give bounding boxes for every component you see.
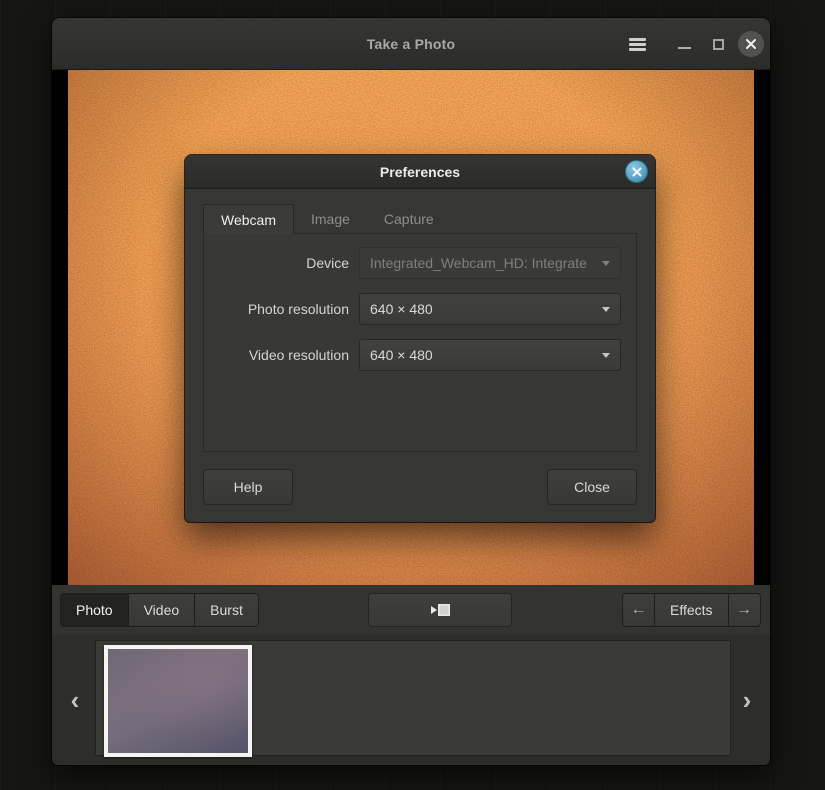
chevron-down-icon [602,353,610,358]
tab-image[interactable]: Image [294,204,367,234]
dialog-close-action-button[interactable]: Close [547,469,637,505]
video-resolution-dropdown[interactable]: 640 × 480 [359,339,621,371]
photo-resolution-value: 640 × 480 [370,301,594,317]
filmstrip-prev-button[interactable]: ‹ [58,635,92,765]
photo-resolution-label: Photo resolution [219,301,349,317]
minimize-icon [678,47,691,49]
effects-group: ← Effects → [622,593,761,627]
photo-resolution-dropdown[interactable]: 640 × 480 [359,293,621,325]
maximize-icon [713,39,724,50]
thumbnail-image [108,649,248,753]
dialog-titlebar[interactable]: Preferences [185,155,655,189]
video-resolution-label: Video resolution [219,347,349,363]
minimize-button[interactable] [670,18,698,70]
close-icon [738,31,764,57]
window-title: Take a Photo [52,18,770,70]
titlebar[interactable]: Take a Photo [52,18,770,70]
photo-resolution-row: Photo resolution 640 × 480 [219,293,621,325]
device-dropdown[interactable]: Integrated_Webcam_HD: Integrate [359,247,621,279]
preferences-dialog: Preferences Webcam Image Capture Device … [185,155,655,522]
filmstrip-next-button[interactable]: › [730,635,764,765]
device-value: Integrated_Webcam_HD: Integrate [370,255,594,271]
dialog-close-button[interactable] [625,160,648,183]
hamburger-icon [629,43,646,46]
mode-switcher: Photo Video Burst [60,593,259,627]
filmstrip-bar: ‹ › [52,635,770,765]
action-toolbar: Photo Video Burst ← Effects → [52,585,770,635]
webcam-settings-panel: Device Integrated_Webcam_HD: Integrate P… [203,233,637,452]
menu-button[interactable] [622,18,652,70]
mode-video-button[interactable]: Video [128,593,196,627]
device-label: Device [219,255,349,271]
chevron-down-icon [602,307,610,312]
mode-photo-button[interactable]: Photo [60,593,129,627]
effects-prev-button[interactable]: ← [622,593,655,627]
help-button[interactable]: Help [203,469,293,505]
tab-webcam[interactable]: Webcam [203,204,294,234]
dialog-title: Preferences [380,164,460,180]
camera-icon [427,600,453,620]
mode-burst-button[interactable]: Burst [194,593,259,627]
effects-button[interactable]: Effects [654,593,729,627]
thumbnail-strip[interactable] [95,640,731,756]
device-row: Device Integrated_Webcam_HD: Integrate [219,247,621,279]
tab-capture[interactable]: Capture [367,204,451,234]
take-photo-button[interactable] [368,593,512,627]
close-window-button[interactable] [736,18,766,70]
dialog-tabs: Webcam Image Capture [203,204,451,234]
close-icon [632,167,642,177]
chevron-down-icon [602,261,610,266]
maximize-button[interactable] [704,18,732,70]
photo-thumbnail[interactable] [104,645,252,757]
video-resolution-row: Video resolution 640 × 480 [219,339,621,371]
effects-next-button[interactable]: → [728,593,761,627]
video-resolution-value: 640 × 480 [370,347,594,363]
